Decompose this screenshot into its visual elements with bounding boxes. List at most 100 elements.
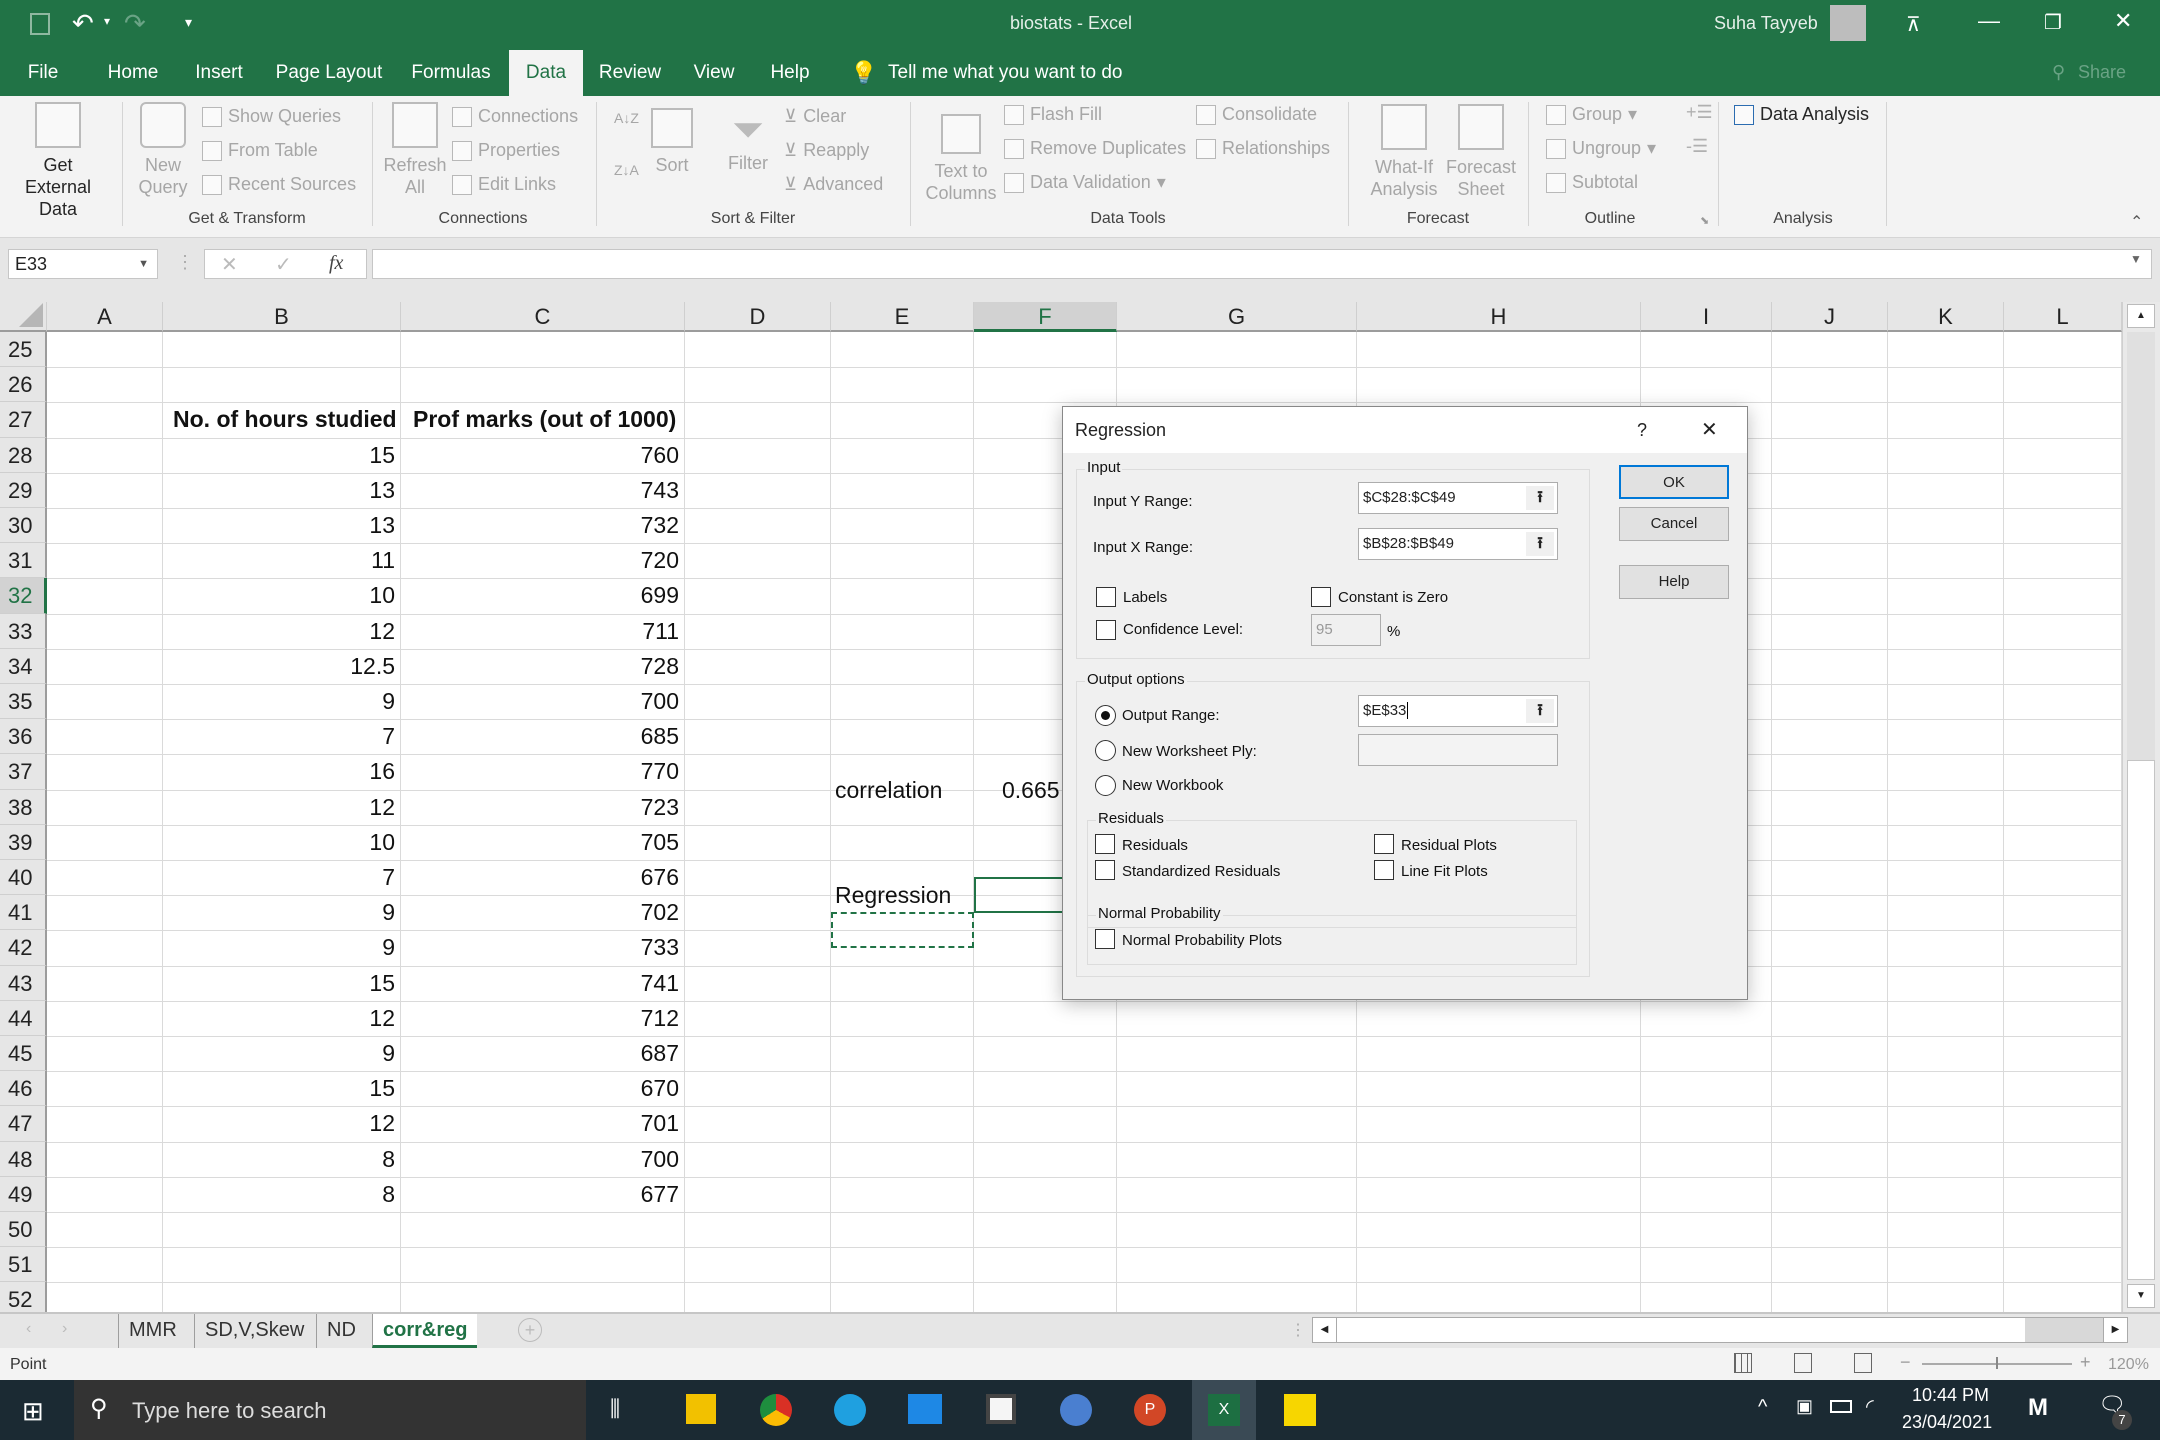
column-header-b[interactable]: B xyxy=(163,302,401,332)
constant-is-zero-checkbox[interactable] xyxy=(1311,587,1331,607)
marks-cell[interactable]: 760 xyxy=(401,438,685,473)
column-header-a[interactable]: A xyxy=(47,302,163,332)
ok-button[interactable]: OK xyxy=(1619,465,1729,499)
name-box[interactable]: E33 ▼ xyxy=(8,249,158,279)
hours-cell[interactable]: 16 xyxy=(163,754,401,789)
powerpoint-icon[interactable]: P xyxy=(1134,1394,1166,1426)
hours-cell[interactable]: 9 xyxy=(163,1036,401,1071)
labels-checkbox[interactable] xyxy=(1096,587,1116,607)
marks-cell[interactable]: 687 xyxy=(401,1036,685,1071)
marks-cell[interactable]: 711 xyxy=(401,614,685,649)
save-icon[interactable] xyxy=(30,13,50,35)
marks-cell[interactable]: 702 xyxy=(401,895,685,930)
cancel-entry-icon[interactable]: ✕ xyxy=(221,252,238,277)
hide-detail-icon[interactable]: -☰ xyxy=(1686,136,1708,157)
scroll-left-icon[interactable]: ◀ xyxy=(1313,1318,1337,1342)
confidence-level-checkbox[interactable] xyxy=(1096,620,1116,640)
hours-cell[interactable]: 9 xyxy=(163,895,401,930)
tab-review[interactable]: Review xyxy=(596,50,664,96)
page-layout-view-icon[interactable] xyxy=(1794,1353,1812,1373)
show-queries-button[interactable]: Show Queries xyxy=(202,106,341,127)
show-detail-icon[interactable]: +☰ xyxy=(1686,102,1713,123)
meet-now-icon[interactable]: ▣ xyxy=(1796,1396,1813,1417)
hours-cell[interactable]: 7 xyxy=(163,719,401,754)
hours-cell[interactable]: 7 xyxy=(163,860,401,895)
sticky-notes-icon[interactable] xyxy=(1284,1394,1316,1426)
marks-cell[interactable]: 677 xyxy=(401,1177,685,1212)
battery-icon[interactable] xyxy=(1830,1400,1852,1413)
column-header-f[interactable]: F xyxy=(974,302,1117,332)
marquee-cell-e33[interactable] xyxy=(831,912,974,948)
marks-cell[interactable]: 701 xyxy=(401,1106,685,1141)
clock-time[interactable]: 10:44 PM xyxy=(1912,1385,1989,1406)
vertical-scroll-track[interactable] xyxy=(2127,332,2155,792)
marks-cell[interactable]: 699 xyxy=(401,578,685,613)
forecast-sheet-button[interactable]: Forecast Sheet xyxy=(1444,104,1518,200)
chrome-icon[interactable] xyxy=(760,1394,792,1426)
horizontal-scroll-track[interactable] xyxy=(2025,1318,2103,1342)
edge-icon[interactable] xyxy=(834,1394,866,1426)
group-button[interactable]: Group ▾ xyxy=(1546,104,1637,125)
row-header-49[interactable]: 49 xyxy=(0,1176,47,1212)
tab-file[interactable]: File xyxy=(20,50,66,96)
expand-formula-bar-icon[interactable]: ▼ xyxy=(2130,252,2142,266)
windows-start-icon[interactable]: ⊞ xyxy=(22,1396,44,1427)
dialog-title-bar[interactable]: Regression ? ✕ xyxy=(1063,407,1747,453)
row-header-44[interactable]: 44 xyxy=(0,1000,47,1036)
redo-icon[interactable]: ↷ xyxy=(124,8,146,39)
tab-split-handle[interactable]: ⋮ xyxy=(1290,1320,1306,1340)
tab-help[interactable]: Help xyxy=(762,50,818,96)
file-explorer-icon[interactable] xyxy=(686,1394,716,1424)
residuals-checkbox[interactable] xyxy=(1095,834,1115,854)
row-header-39[interactable]: 39 xyxy=(0,824,47,860)
dialog-close-icon[interactable]: ✕ xyxy=(1701,407,1718,453)
zoom-slider-thumb[interactable] xyxy=(1996,1357,1998,1369)
sort-a-to-z-button[interactable]: A↓Z xyxy=(614,110,639,126)
subtotal-button[interactable]: Subtotal xyxy=(1546,172,1638,193)
standardized-residuals-checkbox[interactable] xyxy=(1095,860,1115,880)
row-header-48[interactable]: 48 xyxy=(0,1141,47,1177)
confirm-entry-icon[interactable]: ✓ xyxy=(275,252,292,277)
formula-bar-resize-handle[interactable]: ⋮ xyxy=(176,252,194,273)
output-range-field[interactable]: $E$33 ⭱ xyxy=(1358,695,1558,727)
header-marks-cell[interactable]: Prof marks (out of 1000) xyxy=(401,402,685,437)
marks-cell[interactable]: 676 xyxy=(401,860,685,895)
close-icon[interactable]: ✕ xyxy=(2114,8,2132,34)
share-button[interactable]: Share xyxy=(2078,62,2126,83)
line-fit-plots-checkbox[interactable] xyxy=(1374,860,1394,880)
vertical-scroll-thumb[interactable] xyxy=(2127,760,2155,1280)
marks-cell[interactable]: 705 xyxy=(401,825,685,860)
hours-cell[interactable]: 13 xyxy=(163,508,401,543)
row-header-42[interactable]: 42 xyxy=(0,930,47,966)
wifi-icon[interactable]: ◜ xyxy=(1866,1394,1874,1419)
mail-icon[interactable] xyxy=(908,1394,942,1424)
row-header-36[interactable]: 36 xyxy=(0,719,47,755)
new-workbook-radio[interactable] xyxy=(1095,775,1116,796)
filter-button[interactable]: ⏷ Filter xyxy=(722,108,774,174)
collapse-dialog-y-icon[interactable]: ⭱ xyxy=(1526,486,1554,510)
tab-insert[interactable]: Insert xyxy=(190,50,248,96)
reapply-button[interactable]: ⊻ Reapply xyxy=(784,140,869,161)
task-view-icon[interactable]: ⫼ xyxy=(610,1396,620,1422)
zoom-out-icon[interactable]: − xyxy=(1900,1352,1911,1373)
column-header-k[interactable]: K xyxy=(1888,302,2004,332)
correlation-label-cell[interactable]: correlation xyxy=(835,773,942,808)
hours-cell[interactable]: 12 xyxy=(163,790,401,825)
scroll-down-icon[interactable]: ▼ xyxy=(2127,1284,2155,1308)
column-header-i[interactable]: I xyxy=(1641,302,1772,332)
hours-cell[interactable]: 11 xyxy=(163,543,401,578)
edit-links-button[interactable]: Edit Links xyxy=(452,174,556,195)
row-header-26[interactable]: 26 xyxy=(0,367,47,403)
undo-dropdown-icon[interactable]: ▾ xyxy=(104,14,110,28)
zoom-level[interactable]: 120% xyxy=(2108,1356,2149,1374)
zoom-in-icon[interactable]: + xyxy=(2080,1352,2091,1373)
minimize-icon[interactable]: — xyxy=(1978,8,2000,34)
help-button[interactable]: Help xyxy=(1619,565,1729,599)
marks-cell[interactable]: 700 xyxy=(401,684,685,719)
column-header-j[interactable]: J xyxy=(1772,302,1888,332)
regression-label-cell[interactable]: Regression xyxy=(835,878,951,913)
input-x-range-field[interactable]: $B$28:$B$49 ⭱ xyxy=(1358,528,1558,560)
clear-button[interactable]: ⊻ Clear xyxy=(784,106,846,127)
marks-cell[interactable]: 670 xyxy=(401,1071,685,1106)
row-header-50[interactable]: 50 xyxy=(0,1212,47,1248)
